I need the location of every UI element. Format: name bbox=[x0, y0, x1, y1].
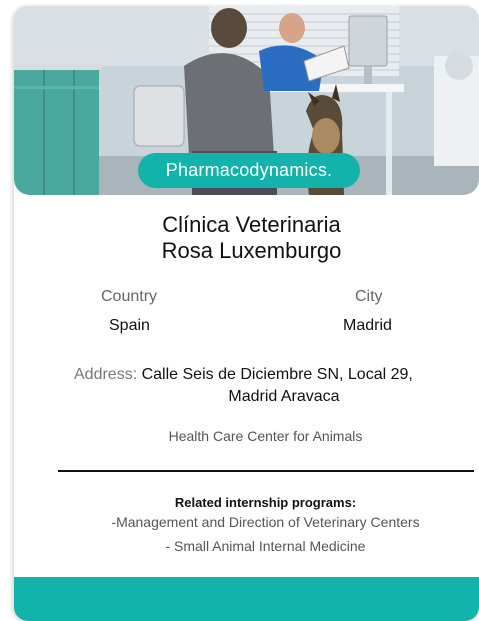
address-line2: Madrid Aravaca bbox=[228, 388, 340, 405]
city-value: Madrid bbox=[343, 317, 392, 334]
clinic-title-line2: Rosa Luxemburgo bbox=[161, 238, 342, 263]
clinic-card[interactable]: Pharmacodynamics. Clínica Veterinaria Ro… bbox=[14, 6, 479, 621]
address-label: Address: bbox=[74, 366, 138, 383]
card-footer-bar[interactable] bbox=[14, 577, 479, 621]
city-label: City bbox=[355, 288, 383, 305]
country-value: Spain bbox=[109, 317, 150, 334]
address: Address: Calle Seis de Diciembre SN, Loc… bbox=[74, 364, 464, 408]
country-label: Country bbox=[101, 288, 158, 305]
program-item[interactable]: - Small Animal Internal Medicine bbox=[14, 538, 479, 554]
clinic-title-line1: Clínica Veterinaria bbox=[162, 212, 341, 237]
related-programs-heading: Related internship programs: bbox=[174, 495, 357, 510]
divider bbox=[58, 470, 474, 472]
clinic-photo: Pharmacodynamics. bbox=[14, 6, 479, 195]
address-line1: Calle Seis de Diciembre SN, Local 29, bbox=[141, 366, 413, 383]
clinic-subtitle: Health Care Center for Animals bbox=[168, 428, 363, 444]
clinic-title[interactable]: Clínica Veterinaria Rosa Luxemburgo bbox=[14, 212, 479, 264]
program-item[interactable]: -Management and Direction of Veterinary … bbox=[14, 514, 479, 530]
category-badge: Pharmacodynamics. bbox=[138, 153, 360, 188]
